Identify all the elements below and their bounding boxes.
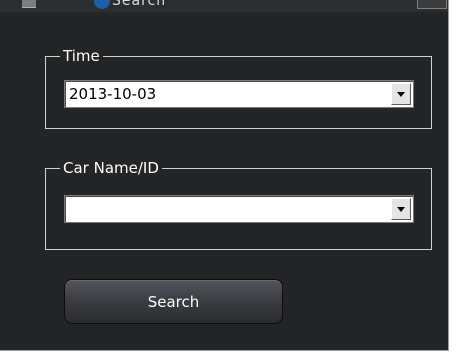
time-dropdown[interactable]: 2013-10-03: [64, 80, 414, 108]
window-title: Search: [112, 0, 167, 9]
time-dropdown-value: 2013-10-03: [69, 85, 157, 103]
chevron-down-icon: [397, 207, 405, 212]
window-menu-icon[interactable]: [22, 0, 36, 8]
search-button[interactable]: Search: [64, 279, 283, 324]
car-dropdown-button[interactable]: [391, 198, 411, 220]
close-button[interactable]: [417, 0, 447, 9]
chevron-down-icon: [397, 92, 405, 97]
title-bar: Search: [0, 0, 448, 12]
car-dropdown[interactable]: [64, 195, 414, 223]
time-group-label: Time: [63, 47, 100, 65]
car-group-label: Car Name/ID: [63, 159, 159, 177]
search-panel: Search Time 2013-10-03 Car Name/ID Searc…: [0, 0, 449, 351]
time-dropdown-button[interactable]: [391, 83, 411, 105]
app-icon: [94, 0, 110, 9]
